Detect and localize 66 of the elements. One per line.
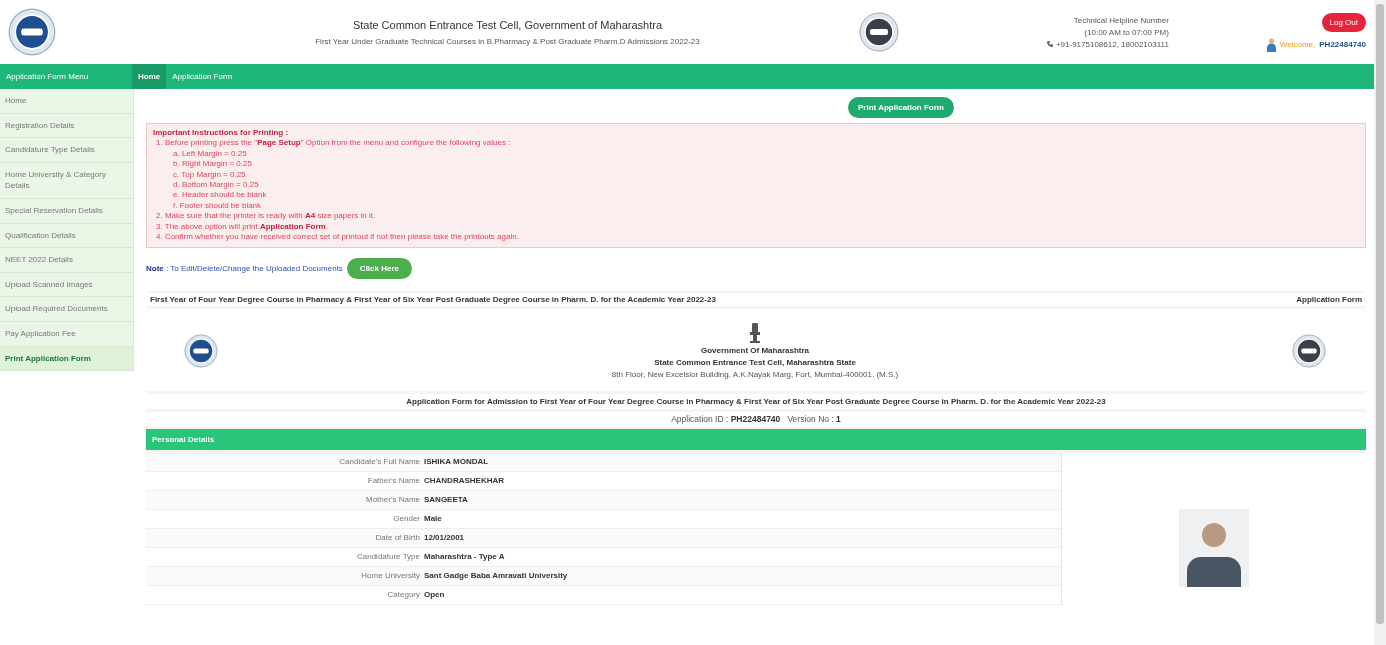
sidebar-item[interactable]: Special Reservation Details — [0, 198, 133, 224]
sidebar-item[interactable]: NEET 2022 Details — [0, 248, 133, 273]
print-application-button[interactable]: Print Application Form — [848, 97, 954, 118]
site-subtitle: First Year Under Graduate Technical Courses in B.Pharmacy & Post Graduate Pharm.D Admissions 2022-23 — [315, 36, 700, 46]
note-text: Note : To Edit/Delete/Change the Uploaded Documents — [146, 263, 343, 273]
field-value: Sant Gadge Baba Amravati University — [424, 571, 569, 581]
section-header: Personal Details — [146, 428, 1366, 450]
nav-tab[interactable]: Home — [132, 64, 167, 89]
field-label: Mother's Name — [365, 495, 420, 505]
field-value: Male — [424, 514, 443, 524]
sidebar-item[interactable]: Upload Scanned Images — [0, 272, 133, 298]
sidebar-item[interactable]: Pay Application Fee — [0, 321, 133, 347]
person-silhouette-icon — [1179, 508, 1249, 587]
instructions-title: Important Instructions for Printing : — [153, 128, 290, 137]
instruction-subitem: e. Header should be blank — [172, 190, 268, 200]
government-title: Government Of Maharashtra — [701, 345, 809, 355]
field-value: Maharashtra - Type A — [424, 552, 506, 562]
click-here-button[interactable]: Click Here — [346, 257, 412, 279]
logout-button[interactable]: Log Out — [1321, 12, 1366, 32]
version-number: Version No : 1 — [787, 413, 841, 424]
helpline-phone: +91-9175108612, 18002103111 — [1055, 39, 1169, 49]
instruction-text: 3. The above option will print Application Form. — [155, 221, 329, 231]
welcome-text: Welcome, — [1279, 40, 1316, 49]
phone-icon — [1046, 41, 1053, 47]
helpline-hours: (10:00 AM to 07:00 PM) — [1084, 27, 1169, 37]
nav-tab[interactable]: Application Form — [166, 64, 239, 89]
instruction-subitem: f. Footer should be blank — [172, 200, 263, 210]
sidebar-item[interactable]: Candidature Type Details — [0, 138, 133, 163]
application-id: Application ID : PH22484740 — [671, 413, 781, 424]
field-label: Father's Name — [366, 476, 420, 486]
instruction-text: 2. Make sure that the printer is ready with A4 size papers in it. — [155, 211, 377, 221]
sidebar-item[interactable]: Home University & Category Details — [0, 162, 133, 199]
field-label: Home University — [360, 571, 420, 581]
address-text: 8th Floor, New Excelsior Building, A.K.Nayak Marg, Fort, Mumbai-400001. (M.S.) — [611, 369, 899, 379]
user-icon — [1266, 37, 1276, 52]
sidebar-item[interactable]: Print Application Form — [0, 346, 133, 372]
user-id: PH22484740 — [1319, 40, 1366, 49]
cell-title: State Common Entrance Test Cell, Maharashtra State — [654, 357, 856, 367]
instruction-subitem: b. Right Margin = 0.25 — [172, 159, 253, 169]
instruction-subitem: c. Top Margin = 0.25 — [172, 169, 247, 179]
instruction-subitem: d. Bottom Margin = 0.25 — [172, 179, 260, 189]
sidebar-item[interactable]: Registration Details — [0, 113, 133, 139]
field-value: 12/01/2001 — [424, 533, 466, 543]
sidebar-item[interactable]: Qualification Details — [0, 223, 133, 249]
scrollbar[interactable] — [1374, 0, 1386, 645]
field-value: ISHIKA MONDAL — [424, 457, 490, 467]
instruction-text: 4. Confirm whether you have received correct set of printout if not then please take the printouts again. — [155, 231, 520, 241]
site-title: State Common Entrance Test Cell, Government of Maharashtra — [352, 18, 663, 31]
sidebar-item[interactable]: Upload Required Documents — [0, 297, 133, 322]
instruction-subitem: a. Left Margin = 0.25 — [172, 148, 248, 158]
emblem-icon — [749, 322, 761, 343]
menu-title: Application Form Menu — [5, 72, 90, 81]
course-line: First Year of Four Year Degree Course in Pharmacy & First Year of Six Year Post Graduate Degree Course in Pharm. D. for the Academic Year 2022-23 — [150, 294, 716, 304]
field-value: CHANDRASHEKHAR — [424, 476, 505, 486]
field-label: Gender — [392, 514, 420, 524]
sidebar-item[interactable]: Home — [0, 89, 133, 114]
form-heading: Application Form for Admission to First Year of Four Year Degree Course in Pharmacy & First Year of Six Year Post Graduate Degree Course in Pharm. D. for the Academic Year 2022-23 — [146, 393, 1366, 409]
field-value: SANGEETA — [424, 495, 469, 505]
field-label: Date of Birth — [374, 533, 420, 543]
field-label: Candidature Type — [356, 552, 420, 562]
field-value: Open — [424, 590, 446, 600]
form-label: Application Form — [1296, 294, 1362, 304]
field-label: Category — [386, 590, 420, 600]
field-label: Candidate's Full Name — [338, 457, 420, 467]
helpline-title: Technical Helpline Number — [1073, 15, 1169, 25]
instruction-text: 1. Before printing press the "Page Setup" Option from the menu and configure the following values : — [155, 138, 512, 148]
